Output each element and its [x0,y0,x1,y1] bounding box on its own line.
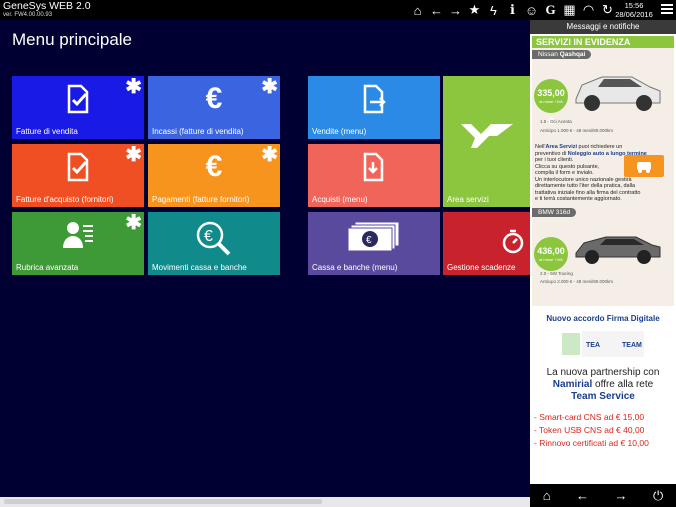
services-ad[interactable]: SERVIZI IN EVIDENZA Nissan Qashqai 335,0… [532,36,674,306]
tile-gestione-scadenze[interactable]: Gestione scadenze [443,212,530,275]
car1-spec: 1.5 - Dci Acenta [540,119,572,124]
tile-label: Incassi (fatture di vendita) [152,127,244,136]
bolt-icon[interactable]: ϟ [484,2,503,18]
tile-label: Pagamenti (fatture fornitori) [152,195,250,204]
tile-label: Vendite (menu) [312,127,367,136]
car2-spec: 2.0 - 5W Touring [540,270,573,276]
notifications-panel: Messaggi e notifiche SERVIZI IN EVIDENZA… [530,20,676,507]
page-title: Menu principale [12,30,133,49]
favorite-star-icon: ✱ [261,76,278,98]
arrow-right-icon[interactable]: → [446,2,465,18]
ad-banner: SERVIZI IN EVIDENZA [532,36,674,48]
arrow-right-icon[interactable]: → [614,488,627,503]
tile-label: Fatture di vendita [16,127,78,136]
euro-icon: € [205,150,223,183]
tile-area-servizi[interactable]: Area servizi [443,76,530,207]
promo-item: - Rinnovo certificati ad € 10,00 [534,438,649,448]
promo-item: - Smart-card CNS ad € 15,00 [534,412,645,422]
tile-vendite-menu[interactable]: Vendite (menu) [308,76,440,139]
favorite-star-icon: ✱ [125,212,142,234]
clock-time: 15:56 [624,1,644,10]
digital-signature-promo[interactable]: Nuovo accordo Firma Digitale TEA TEAM La … [530,314,676,450]
tile-label: Cassa e banche (menu) [312,263,398,272]
promo-line-2: Namirial offre alla rete [552,379,654,390]
car-image [575,76,661,111]
bottom-nav-bar: ⌂ ← → ⏻ [530,484,676,507]
tile-fatture-vendita[interactable]: ✱ Fatture di vendita [12,76,144,139]
service-logo-icon [457,120,517,156]
tile-movimenti[interactable]: € Movimenti cassa e banche [148,212,280,275]
document-export-icon [360,84,388,120]
top-toolbar: ⌂ ← → ★ ϟ ℹ ☺ G ▦ ◠ ↻ [408,2,617,18]
euro-search-icon: € [194,220,234,262]
favorite-star-icon: ✱ [125,144,142,166]
tile-label: Gestione scadenze [447,263,516,272]
main-area: Menu principale ✱ Fatture di vendita € ✱… [0,20,530,507]
tile-label: Area servizi [447,195,489,204]
promo-item: - Token USB CNS ad € 40,00 [534,425,645,435]
promo-line-1: La nuova partnership con [546,367,660,378]
promo-line-3: Team Service [571,391,635,402]
promo-title: Nuovo accordo Firma Digitale [546,314,660,323]
car1-box: 335,00 € al mese +IVA 1.5 - Dci Acenta An… [532,61,674,139]
car-image [575,236,661,264]
home-icon[interactable]: ⌂ [543,488,551,503]
arrow-left-icon[interactable]: ← [576,488,589,503]
tile-acquisti-menu[interactable]: Acquisti (menu) [308,144,440,207]
panel-header: Messaggi e notifiche [530,20,676,34]
promo-logos-image: TEA TEAM [560,327,646,361]
favorite-star-icon: ✱ [261,144,278,166]
contacts-icon [61,220,95,256]
power-icon[interactable]: ⏻ [653,488,663,504]
tile-label: Fatture d'acquisto (fornitori) [16,195,114,204]
car2-box: 436,00 € al mese +IVA 2.0 - 5W Touring An… [532,219,674,291]
tile-label: Movimenti cassa e banche [152,263,247,272]
svg-text:TEAM: TEAM [622,342,642,349]
home-icon[interactable]: ⌂ [408,2,427,18]
invoice-check-icon [64,84,92,120]
car2-terms: Anticipo 2.000 € - 48 mesi/80.000km [540,278,614,284]
calculator-icon[interactable]: ▦ [560,2,579,18]
car1-price-badge: 335,00 € al mese +IVA [534,79,568,126]
svg-text:€: € [366,235,372,246]
clock: 15:56 28/06/2016 [610,1,658,19]
car1-terms: Anticipo 1.000 € - 48 mesi/80.000km [540,128,614,133]
speedometer-icon[interactable]: ◠ [579,2,598,18]
horizontal-scrollbar-thumb[interactable] [4,499,322,504]
svg-text:TEA: TEA [586,342,600,349]
app-version: ver. FW4.00.00.93 [3,12,53,18]
banknotes-icon: € [347,220,401,258]
tile-rubrica[interactable]: ✱ Rubrica avanzata [12,212,144,275]
arrow-left-icon[interactable]: ← [427,2,446,18]
hamburger-menu-icon[interactable] [661,4,673,16]
stopwatch-icon [500,228,526,260]
tile-pagamenti[interactable]: € ✱ Pagamenti (fatture fornitori) [148,144,280,207]
star-icon[interactable]: ★ [465,2,484,18]
app-title: GeneSys WEB 2.0 [3,0,91,12]
car2-price-badge: 436,00 € al mese +IVA [534,236,568,284]
car1-label: Nissan Qashqai [532,50,592,59]
tile-label: Acquisti (menu) [312,195,368,204]
ad-description: Nell'Area Servizi puoi richiedere un pre… [532,141,674,206]
tile-label: Rubrica avanzata [16,263,79,272]
info-icon[interactable]: ℹ [503,2,522,18]
users-icon[interactable]: ☺ [522,2,541,18]
tile-incassi[interactable]: € ✱ Incassi (fatture di vendita) [148,76,280,139]
tile-cassa-banche-menu[interactable]: € Cassa e banche (menu) [308,212,440,275]
svg-text:€: € [204,228,213,245]
invoice-check-icon [64,152,92,188]
euro-icon: € [205,82,223,115]
favorite-star-icon: ✱ [125,76,142,98]
g-icon[interactable]: G [541,2,560,18]
car2-label: BMW 316d [532,207,577,217]
top-bar: GeneSys WEB 2.0 ver. FW4.00.00.93 ⌂ ← → … [0,0,676,20]
quote-request-button[interactable] [624,155,664,177]
clock-date: 28/06/2016 [615,10,653,19]
tile-fatture-acquisto[interactable]: ✱ Fatture d'acquisto (fornitori) [12,144,144,207]
document-download-icon [360,152,388,188]
